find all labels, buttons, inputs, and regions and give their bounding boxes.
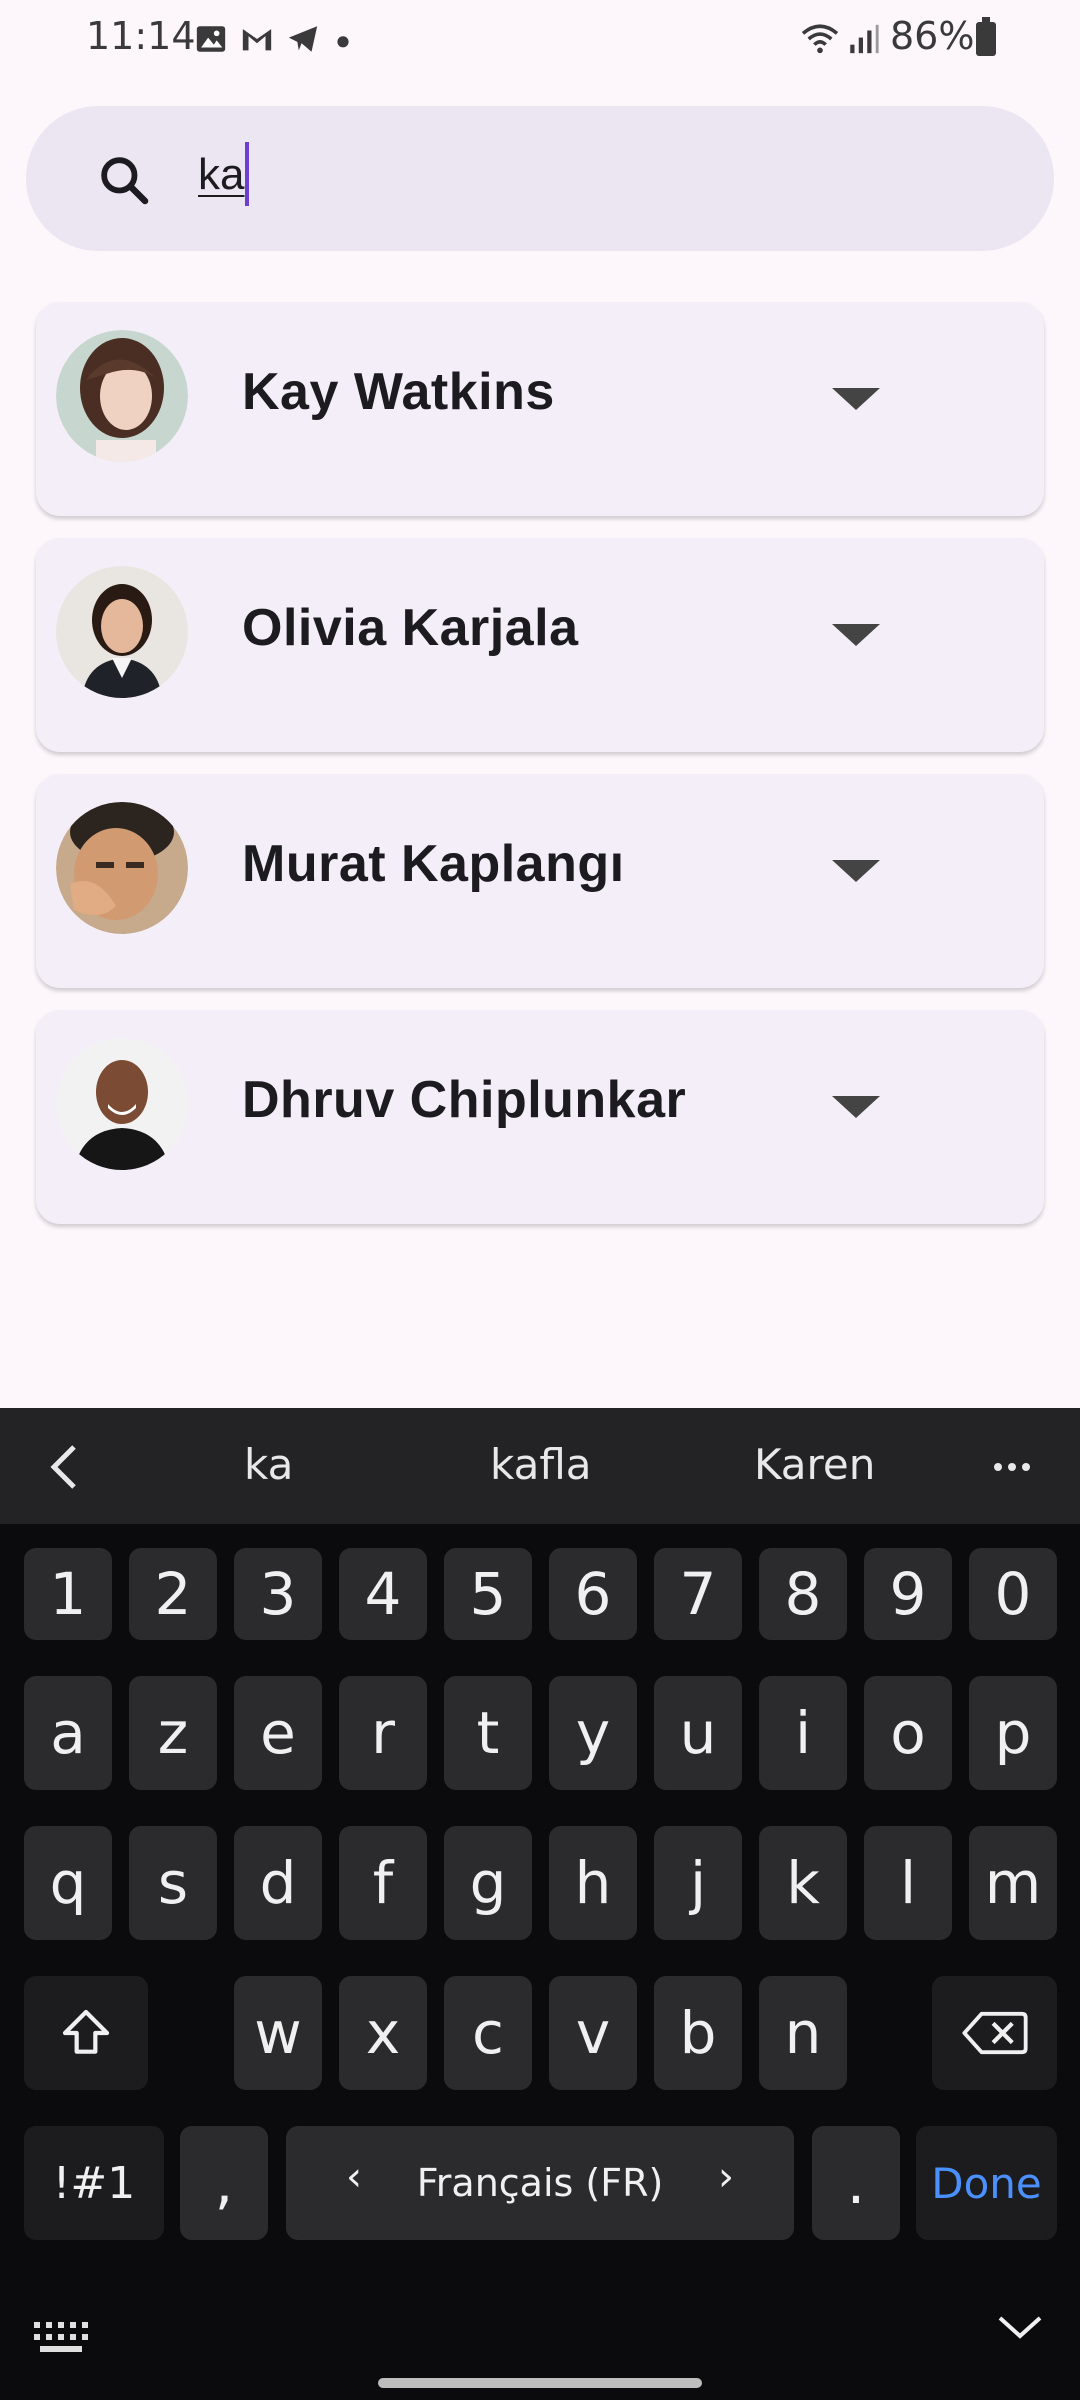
- language-label: Français (FR): [416, 2161, 664, 2205]
- status-bar: 11:14 86%: [0, 0, 1080, 80]
- contact-card[interactable]: Murat Kaplangı: [36, 774, 1044, 988]
- space-key[interactable]: ‹ Français (FR) ›: [286, 2126, 794, 2240]
- chevron-down-icon[interactable]: [832, 1096, 880, 1118]
- wifi-icon: [801, 24, 839, 54]
- period-key[interactable]: .: [812, 2126, 900, 2240]
- home-indicator[interactable]: [378, 2378, 702, 2388]
- key-1[interactable]: 1: [24, 1548, 112, 1640]
- key-s[interactable]: s: [129, 1826, 217, 1940]
- key-r[interactable]: r: [339, 1676, 427, 1790]
- battery-icon: [976, 17, 996, 56]
- chevron-down-icon[interactable]: [832, 624, 880, 646]
- search-icon: [101, 157, 149, 205]
- suggestion-bar: ka kafla Karen: [0, 1408, 1080, 1524]
- status-time: 11:14: [86, 14, 196, 58]
- key-9[interactable]: 9: [864, 1548, 952, 1640]
- dot-icon: [337, 36, 349, 48]
- avatar: [56, 802, 188, 934]
- contact-card[interactable]: Dhruv Chiplunkar: [36, 1010, 1044, 1224]
- telegram-icon: [288, 26, 318, 52]
- chevron-right-icon: ›: [718, 2154, 734, 2200]
- shift-key[interactable]: [24, 1976, 148, 2090]
- battery-percent: 86%: [890, 14, 975, 58]
- backspace-icon: [961, 2011, 1028, 2055]
- chevron-left-icon[interactable]: [44, 1442, 84, 1492]
- search-bar[interactable]: ka: [26, 106, 1054, 251]
- symbols-key[interactable]: !#1: [24, 2126, 164, 2240]
- key-b[interactable]: b: [654, 1976, 742, 2090]
- gmail-icon: [242, 29, 272, 51]
- contact-name: Dhruv Chiplunkar: [242, 1071, 687, 1129]
- search-input[interactable]: ka: [198, 150, 244, 200]
- done-key[interactable]: Done: [916, 2126, 1057, 2240]
- contact-card[interactable]: Olivia Karjala: [36, 538, 1044, 752]
- backspace-key[interactable]: [932, 1976, 1057, 2090]
- key-3[interactable]: 3: [234, 1548, 322, 1640]
- comma-key[interactable]: ,: [180, 2126, 268, 2240]
- chevron-down-icon[interactable]: [832, 388, 880, 410]
- avatar: [56, 330, 188, 462]
- key-l[interactable]: l: [864, 1826, 952, 1940]
- suggestion-3[interactable]: Karen: [754, 1440, 875, 1489]
- avatar: [56, 1038, 188, 1170]
- key-y[interactable]: y: [549, 1676, 637, 1790]
- key-o[interactable]: o: [864, 1676, 952, 1790]
- keyboard-icon[interactable]: [34, 2322, 88, 2352]
- key-c[interactable]: c: [444, 1976, 532, 2090]
- key-p[interactable]: p: [969, 1676, 1057, 1790]
- key-8[interactable]: 8: [759, 1548, 847, 1640]
- key-z[interactable]: z: [129, 1676, 217, 1790]
- key-a[interactable]: a: [24, 1676, 112, 1790]
- key-6[interactable]: 6: [549, 1548, 637, 1640]
- avatar: [56, 566, 188, 698]
- key-4[interactable]: 4: [339, 1548, 427, 1640]
- chevron-left-icon: ‹: [346, 2154, 362, 2200]
- key-g[interactable]: g: [444, 1826, 532, 1940]
- key-d[interactable]: d: [234, 1826, 322, 1940]
- text-cursor: [245, 142, 249, 206]
- key-5[interactable]: 5: [444, 1548, 532, 1640]
- key-0[interactable]: 0: [969, 1548, 1057, 1640]
- suggestion-2[interactable]: kafla: [490, 1440, 592, 1489]
- key-e[interactable]: e: [234, 1676, 322, 1790]
- key-v[interactable]: v: [549, 1976, 637, 2090]
- chevron-down-icon[interactable]: [832, 860, 880, 882]
- more-options-icon[interactable]: [994, 1458, 1036, 1476]
- key-m[interactable]: m: [969, 1826, 1057, 1940]
- suggestion-1[interactable]: ka: [244, 1440, 293, 1489]
- key-2[interactable]: 2: [129, 1548, 217, 1640]
- key-t[interactable]: t: [444, 1676, 532, 1790]
- shift-icon: [62, 2009, 110, 2054]
- signal-icon: [850, 24, 879, 54]
- contact-name: Olivia Karjala: [242, 599, 579, 657]
- image-icon: [196, 26, 226, 52]
- key-7[interactable]: 7: [654, 1548, 742, 1640]
- key-n[interactable]: n: [759, 1976, 847, 2090]
- chevron-down-icon[interactable]: [996, 2312, 1044, 2342]
- key-u[interactable]: u: [654, 1676, 742, 1790]
- contact-name: Kay Watkins: [242, 363, 555, 421]
- key-f[interactable]: f: [339, 1826, 427, 1940]
- key-i[interactable]: i: [759, 1676, 847, 1790]
- key-h[interactable]: h: [549, 1826, 637, 1940]
- key-q[interactable]: q: [24, 1826, 112, 1940]
- key-j[interactable]: j: [654, 1826, 742, 1940]
- contact-card[interactable]: Kay Watkins: [36, 302, 1044, 516]
- contact-name: Murat Kaplangı: [242, 835, 625, 893]
- key-w[interactable]: w: [234, 1976, 322, 2090]
- key-k[interactable]: k: [759, 1826, 847, 1940]
- key-x[interactable]: x: [339, 1976, 427, 2090]
